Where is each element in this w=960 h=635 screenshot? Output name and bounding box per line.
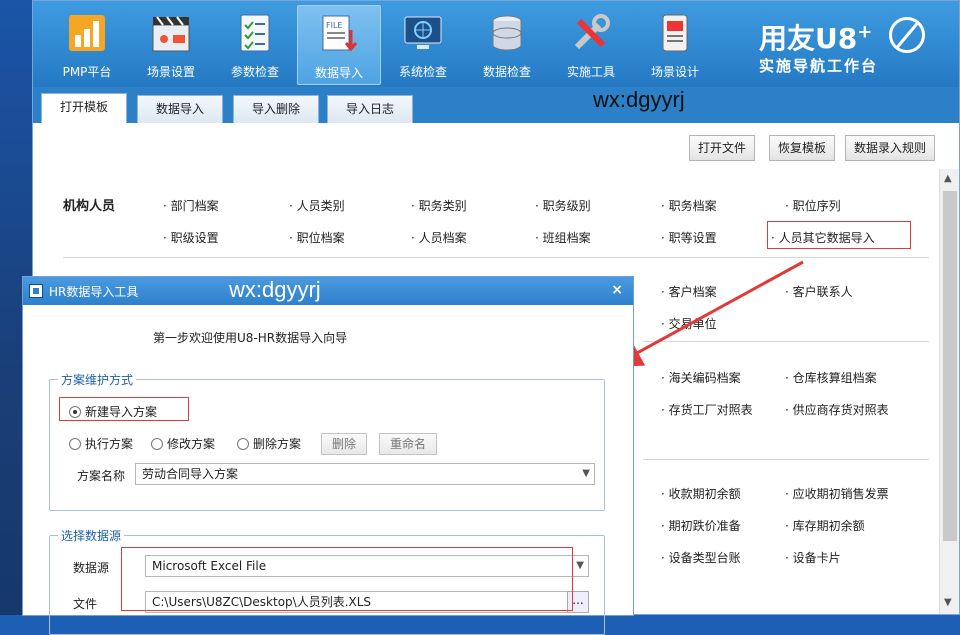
scroll-down-icon[interactable]: ▼: [944, 597, 952, 608]
link-item[interactable]: · 职位序列: [785, 197, 841, 214]
tab-open-template[interactable]: 打开模板: [41, 93, 128, 123]
link-item[interactable]: · 设备卡片: [785, 549, 841, 566]
restore-template-button[interactable]: 恢复模板: [769, 135, 836, 161]
divider: [643, 459, 929, 460]
tab-data-import[interactable]: 数据导入: [137, 95, 224, 123]
tab-bar: 打开模板 数据导入 导入删除 导入日志: [33, 87, 959, 123]
logo-subtitle: 实施导航工作台: [759, 57, 879, 75]
radio-dot: [237, 438, 249, 450]
highlight-box: [59, 397, 189, 421]
datasource-label: 数据源: [73, 561, 110, 575]
ribbon-item-param-check[interactable]: 参数检查: [213, 5, 297, 85]
clapper-icon: [149, 11, 193, 55]
dialog-body: 第一步欢迎使用U8-HR数据导入向导 方案维护方式 新建导入方案 执行方案 修改…: [23, 305, 633, 635]
link-item[interactable]: · 设备类型台账: [661, 549, 741, 566]
file-label: 文件: [73, 597, 98, 611]
ribbon-item-data-check[interactable]: 数据检查: [465, 5, 549, 85]
scroll-thumb[interactable]: [943, 191, 957, 541]
group-legend: 方案维护方式: [58, 371, 137, 388]
dialog-titlebar[interactable]: HR数据导入工具 ×: [23, 277, 633, 305]
watermark-text: wx:dgyyrj: [229, 277, 321, 302]
link-item[interactable]: · 班组档案: [535, 229, 591, 246]
ribbon-label: 场景设置: [146, 65, 195, 79]
link-item[interactable]: · 部门档案: [163, 197, 219, 214]
link-item[interactable]: · 库存期初余额: [785, 517, 865, 534]
open-file-button[interactable]: 打开文件: [689, 135, 756, 161]
close-icon[interactable]: ×: [611, 282, 623, 298]
annotation-arrow: [611, 260, 804, 367]
tab-import-log[interactable]: 导入日志: [327, 95, 414, 123]
pen-card-icon: [653, 11, 697, 55]
ribbon-item-data-import[interactable]: FILE 数据导入: [297, 5, 381, 85]
link-item[interactable]: · 职位档案: [289, 229, 345, 246]
import-rules-button[interactable]: 数据录入规则: [845, 135, 936, 161]
monitor-icon: [401, 11, 445, 55]
highlight-box: [767, 221, 911, 249]
checklist-icon: [233, 11, 277, 55]
link-item[interactable]: · 存货工厂对照表: [661, 401, 753, 418]
ribbon: PMP平台 场景设置 参数检查 FILE 数据导入 系统检查 数据检查 实施工具…: [33, 1, 959, 87]
radio-delete-scheme[interactable]: 删除方案: [237, 435, 301, 452]
watermark-text: wx:dgyyrj: [593, 87, 685, 112]
ribbon-label: 数据检查: [482, 65, 531, 79]
tab-import-delete[interactable]: 导入删除: [233, 95, 320, 123]
link-item[interactable]: · 职务级别: [535, 197, 591, 214]
delete-button[interactable]: 删除: [321, 433, 368, 455]
link-item[interactable]: · 供应商存货对照表: [785, 401, 889, 418]
dialog-title: HR数据导入工具: [49, 285, 139, 299]
radio-edit-scheme[interactable]: 修改方案: [151, 435, 215, 452]
ribbon-label: 系统检查: [398, 65, 447, 79]
link-item[interactable]: · 收款期初余额: [661, 485, 741, 502]
highlight-box: [121, 547, 573, 611]
link-item[interactable]: · 职级设置: [163, 229, 219, 246]
scheme-name-label: 方案名称: [77, 469, 126, 483]
ribbon-label: 实施工具: [566, 65, 615, 79]
compass-icon: [889, 17, 925, 53]
scheme-name-select[interactable]: 劳动合同导入方案 ▼: [135, 463, 595, 485]
radio-dot: [151, 438, 163, 450]
ribbon-label: PMP平台: [62, 65, 112, 79]
ribbon-item-tools[interactable]: 实施工具: [549, 5, 633, 85]
radio-dot: [69, 438, 81, 450]
link-item[interactable]: · 职务类别: [411, 197, 467, 214]
category-title: 机构人员: [63, 199, 116, 214]
ribbon-label: 参数检查: [230, 65, 279, 79]
step-heading: 第一步欢迎使用U8-HR数据导入向导: [153, 331, 348, 345]
link-item[interactable]: · 应收期初销售发票: [785, 485, 889, 502]
link-item[interactable]: · 职等设置: [661, 229, 717, 246]
ribbon-label: 数据导入: [314, 66, 363, 80]
scroll-up-icon[interactable]: ▲: [944, 173, 952, 184]
ribbon-label: 场景设计: [650, 65, 699, 79]
group-legend: 选择数据源: [58, 527, 125, 544]
radio-execute-scheme[interactable]: 执行方案: [69, 435, 133, 452]
chart-icon: [65, 11, 109, 55]
tools-icon: [569, 11, 613, 55]
link-item[interactable]: · 人员类别: [289, 197, 345, 214]
hr-import-dialog: HR数据导入工具 × wx:dgyyrj 第一步欢迎使用U8-HR数据导入向导 …: [22, 276, 634, 635]
logo-brand: 用友U8+: [759, 21, 873, 55]
ribbon-item-pmp[interactable]: PMP平台: [45, 5, 129, 85]
link-item[interactable]: · 人员档案: [411, 229, 467, 246]
vertical-scrollbar[interactable]: ▲ ▼: [939, 169, 959, 614]
rename-button[interactable]: 重命名: [379, 433, 438, 455]
svg-text:FILE: FILE: [326, 21, 342, 30]
link-item[interactable]: · 职务档案: [661, 197, 717, 214]
yonyou-logo: 用友U8+ 实施导航工作台: [759, 11, 925, 77]
ribbon-item-scene-design[interactable]: 场景设计: [633, 5, 717, 85]
ribbon-item-scene-settings[interactable]: 场景设置: [129, 5, 213, 85]
database-icon: [485, 11, 529, 55]
file-import-icon: FILE: [317, 12, 361, 56]
chevron-down-icon: ▼: [582, 468, 590, 479]
app-icon: [29, 284, 43, 298]
chevron-down-icon: ▼: [576, 560, 584, 571]
ribbon-item-system-check[interactable]: 系统检查: [381, 5, 465, 85]
link-item[interactable]: · 期初跌价准备: [661, 517, 741, 534]
